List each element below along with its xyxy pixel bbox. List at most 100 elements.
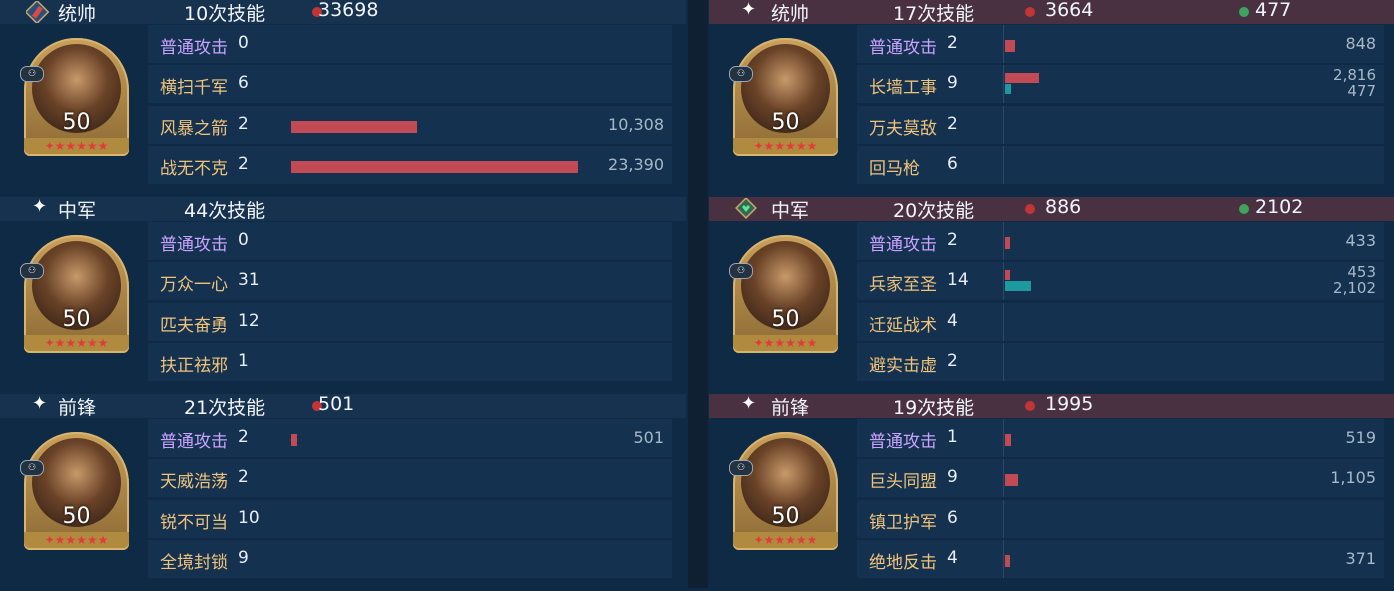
skill-cast-count: 10 [238,508,260,528]
skill-row: 巨头同盟 9 1,105 [857,459,1384,497]
skill-name: 普通攻击 [869,432,937,452]
damage-bar [1005,474,1018,486]
center-emblem-icon [735,197,759,220]
chart-axis [1003,222,1004,260]
general-block: 统帅 10次技能 33698 ⚇ 50 ✦★★★★★ 普通攻击 0 横扫千军 6 风暴之箭 2 10,3… [0,0,686,197]
skill-row: 普通攻击 2 848 [857,25,1384,63]
skill-row: 万众一心 31 [148,262,672,300]
skill-count-label: 19次技能 [893,397,975,419]
skill-cast-count: 12 [238,311,260,331]
skill-row: 长墙工事 9 2,816 477 [857,65,1384,103]
skill-row: 普通攻击 1 519 [857,419,1384,457]
level-label: 50 [771,504,800,529]
skill-row: 普通攻击 2 501 [148,419,672,457]
mount-icon: ⚇ [20,263,44,279]
level-label: 50 [771,110,800,135]
skill-cast-count: 2 [947,114,958,134]
damage-value: 1,105 [1330,468,1376,487]
damage-bar [1005,555,1010,567]
chart-axis [1003,419,1004,457]
skill-name: 万众一心 [160,275,228,295]
damage-value: 433 [1345,231,1376,250]
position-label: 中军 [771,200,810,222]
heal-total: 477 [1255,0,1292,21]
skill-cast-count: 2 [238,114,249,134]
star-rating: ✦★★★★★ [733,532,838,548]
star-rating: ✦★★★★★ [733,335,838,351]
chart-axis [1003,343,1004,381]
position-label: 统帅 [771,3,810,25]
chart-axis [1003,25,1004,63]
right-team-panel: ✦ 统帅 17次技能 3664 477 ⚇ 50 ✦★★★★★ 普通攻击 2 848 长墙工事 9 2,8… [709,0,1394,588]
heal-dot-icon [1239,7,1249,17]
star-rating: ✦★★★★★ [24,335,129,351]
skill-row: 风暴之箭 2 10,308 [148,106,672,144]
damage-bar [291,434,297,446]
mount-icon: ⚇ [729,263,753,279]
commander-emblem-icon [24,0,50,25]
skill-row: 镇卫护军 6 [857,500,1384,538]
skill-cast-count: 2 [238,467,249,487]
damage-dot-icon [1025,7,1035,17]
chart-axis [1003,106,1004,144]
level-label: 50 [62,307,91,332]
skill-name: 万夫莫敌 [869,119,937,139]
mount-icon: ⚇ [20,66,44,82]
skill-cast-count: 1 [947,427,958,447]
damage-value: 519 [1345,428,1376,447]
skill-row: 锐不可当 10 [148,500,672,538]
damage-dot-icon [1025,204,1035,214]
general-portrait[interactable]: ⚇ 50 ✦★★★★★ [20,38,129,156]
skill-name: 迁延战术 [869,316,937,336]
skill-name: 全境封锁 [160,553,228,573]
damage-bar [291,161,578,173]
skill-name: 横扫千军 [160,78,228,98]
damage-value: 848 [1345,34,1376,53]
heal-dot-icon [1239,204,1249,214]
heal-total: 2102 [1255,196,1304,218]
skill-name: 普通攻击 [869,235,937,255]
skill-name: 风暴之箭 [160,119,228,139]
skill-cast-count: 2 [947,230,958,250]
general-portrait[interactable]: ⚇ 50 ✦★★★★★ [729,432,838,550]
skill-name: 天威浩荡 [160,472,228,492]
damage-total: 886 [1045,196,1082,218]
skill-name: 匹夫奋勇 [160,316,228,336]
sparkle-icon: ✦ [741,393,757,414]
skill-cast-count: 31 [238,270,260,290]
skill-row: 横扫千军 6 [148,65,672,103]
skill-row: 迁延战术 4 [857,303,1384,341]
general-portrait[interactable]: ⚇ 50 ✦★★★★★ [20,235,129,353]
skill-cast-count: 9 [947,73,958,93]
chart-axis [1003,500,1004,538]
skill-name: 巨头同盟 [869,472,937,492]
sparkle-icon: ✦ [32,393,48,414]
skill-cast-count: 9 [947,467,958,487]
sparkle-icon: ✦ [741,0,757,20]
skill-row: 匹夫奋勇 12 [148,303,672,341]
heal-bar [1005,281,1031,291]
skill-count-label: 20次技能 [893,200,975,222]
damage-bar [1005,40,1015,52]
damage-value: 371 [1345,549,1376,568]
general-portrait[interactable]: ⚇ 50 ✦★★★★★ [729,38,838,156]
position-label: 前锋 [771,397,810,419]
mount-icon: ⚇ [20,460,44,476]
level-label: 50 [62,110,91,135]
skill-cast-count: 2 [238,154,249,174]
general-block: 中军 20次技能 886 2102 ⚇ 50 ✦★★★★★ 普通攻击 2 433 兵家至圣 14 453… [709,196,1394,394]
heal-value: 477 [1347,82,1376,100]
general-portrait[interactable]: ⚇ 50 ✦★★★★★ [729,235,838,353]
position-label: 统帅 [58,3,97,25]
damage-value: 23,390 [608,155,664,174]
general-portrait[interactable]: ⚇ 50 ✦★★★★★ [20,432,129,550]
skill-cast-count: 6 [947,154,958,174]
skill-name: 普通攻击 [869,38,937,58]
damage-total: 3664 [1045,0,1094,21]
position-label: 中军 [58,200,97,222]
chart-axis [1003,65,1004,103]
chart-axis [1003,303,1004,341]
level-label: 50 [771,307,800,332]
skill-count-label: 21次技能 [184,397,266,419]
damage-bar [1005,270,1010,280]
